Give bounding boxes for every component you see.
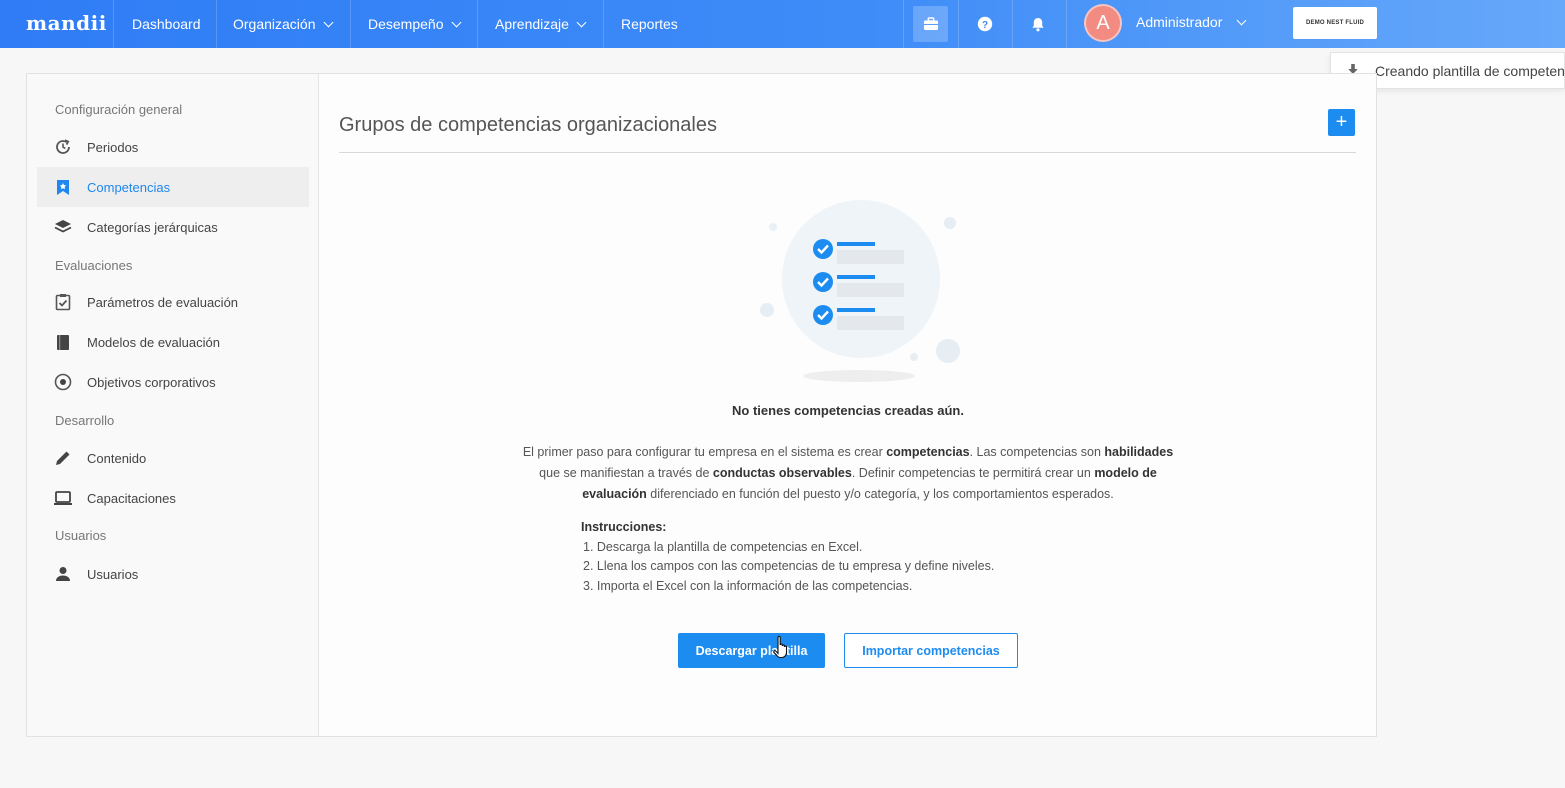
nav-divider (113, 0, 114, 48)
sidebar-item-objetivos[interactable]: Objetivos corporativos (37, 362, 309, 402)
notifications-button[interactable] (1020, 6, 1055, 42)
desc-text: que se manifiestan a través de (539, 466, 713, 480)
sidebar-item-categorias[interactable]: Categorías jerárquicas (37, 207, 309, 247)
check-icon (813, 272, 833, 292)
layers-icon (53, 217, 73, 237)
instructions: Instrucciones: 1. Descarga la plantilla … (581, 518, 994, 596)
briefcase-icon (923, 17, 938, 30)
empty-state-description: El primer paso para configurar tu empres… (520, 442, 1176, 505)
help-button[interactable]: ? (967, 6, 1002, 42)
page-title: Grupos de competencias organizacionales (339, 114, 717, 136)
briefcase-button[interactable] (913, 6, 948, 42)
sidebar-item-parametros[interactable]: Parámetros de evaluación (37, 282, 309, 322)
sidebar-item-label: Contenido (87, 450, 147, 466)
nav-divider (603, 0, 604, 48)
sidebar: Configuración general Periodos Competenc… (27, 74, 319, 736)
sidebar-section-desarrollo: Desarrollo (55, 413, 115, 428)
sidebar-item-usuarios[interactable]: Usuarios (37, 554, 309, 594)
import-competencies-button[interactable]: Importar competencias (844, 633, 1018, 668)
pencil-icon (53, 448, 73, 468)
nav-aprendizaje[interactable]: Aprendizaje (495, 0, 587, 48)
sidebar-item-label: Capacitaciones (87, 490, 176, 506)
bookmark-star-icon (53, 177, 73, 197)
user-name: Administrador (1136, 14, 1223, 30)
toast-text: Creando plantilla de competencias (1375, 62, 1565, 79)
nav-divider (477, 0, 478, 48)
empty-state-illustration (760, 200, 960, 382)
check-icon (813, 239, 833, 259)
nav-divider (903, 0, 904, 48)
nav-divider (1012, 0, 1013, 48)
sidebar-item-label: Usuarios (87, 566, 139, 582)
nav-divider (350, 0, 351, 48)
sidebar-item-modelos[interactable]: Modelos de evaluación (37, 322, 309, 362)
nav-aprendizaje-label: Aprendizaje (495, 16, 569, 32)
avatar[interactable]: A (1084, 4, 1122, 42)
chevron-down-icon (451, 17, 461, 28)
sidebar-item-periodos[interactable]: Periodos (37, 127, 309, 167)
chevron-down-icon (1236, 15, 1247, 26)
desc-text: . Las competencias son (969, 445, 1105, 459)
check-icon (813, 305, 833, 325)
instruction-step: 3. Importa el Excel con la información d… (583, 578, 913, 593)
bell-icon (1031, 17, 1044, 31)
nav-dashboard-label: Dashboard (132, 16, 201, 32)
desc-text: El primer paso para configurar tu empres… (522, 445, 887, 459)
chevron-down-icon (323, 17, 333, 28)
hand-cursor-icon (773, 635, 788, 659)
nav-dashboard[interactable]: Dashboard (132, 0, 201, 48)
desc-bold: habilidades (1104, 445, 1174, 459)
sidebar-section-usuarios: Usuarios (55, 528, 107, 543)
history-icon (53, 137, 73, 157)
sidebar-item-label: Modelos de evaluación (87, 334, 220, 350)
sidebar-item-label: Periodos (87, 139, 139, 155)
nav-divider (1066, 0, 1067, 48)
clipboard-check-icon (53, 292, 73, 312)
nav-divider (958, 0, 959, 48)
nav-reportes[interactable]: Reportes (621, 0, 678, 48)
top-navbar: mandii Dashboard Organización Desempeño … (0, 0, 1565, 48)
company-logo: DEMO NEST FLUID (1293, 7, 1377, 39)
svg-text:?: ? (981, 20, 987, 31)
nav-desempeno-label: Desempeño (368, 16, 444, 32)
download-template-button[interactable]: Descargar plantilla (678, 633, 825, 668)
nav-divider (216, 0, 217, 48)
book-icon (53, 332, 73, 352)
instruction-step: 2. Llena los campos con las competencias… (583, 559, 995, 573)
instructions-heading: Instrucciones: (581, 520, 667, 534)
chevron-down-icon (576, 17, 587, 28)
nav-organizacion[interactable]: Organización (233, 0, 333, 48)
main-content: Grupos de competencias organizacionales … (320, 74, 1376, 736)
main-card: Configuración general Periodos Competenc… (26, 73, 1377, 737)
user-menu[interactable]: Administrador (1136, 0, 1247, 45)
user-icon (53, 564, 73, 584)
sidebar-item-label: Objetivos corporativos (87, 374, 216, 390)
sidebar-section-config: Configuración general (55, 102, 183, 117)
sidebar-item-label: Competencias (87, 179, 171, 195)
add-group-button[interactable]: + (1328, 109, 1355, 136)
nav-reportes-label: Reportes (621, 16, 678, 32)
target-icon (53, 372, 73, 392)
title-divider (339, 152, 1356, 153)
desc-text: diferenciado en función del puesto y/o c… (646, 487, 1114, 501)
desc-bold: conductas observables (712, 466, 852, 480)
nav-organizacion-label: Organización (233, 16, 316, 32)
sidebar-section-evaluaciones: Evaluaciones (55, 258, 133, 273)
laptop-icon (53, 488, 73, 508)
desc-bold: competencias (886, 445, 970, 459)
help-icon: ? (977, 16, 992, 32)
logo[interactable]: mandii (26, 11, 107, 35)
sidebar-item-label: Categorías jerárquicas (87, 219, 218, 235)
desc-text: . Definir competencias te permitirá crea… (851, 466, 1095, 480)
sidebar-item-label: Parámetros de evaluación (87, 294, 239, 310)
sidebar-item-competencias[interactable]: Competencias (37, 167, 309, 207)
instruction-step: 1. Descarga la plantilla de competencias… (583, 539, 863, 554)
sidebar-item-contenido[interactable]: Contenido (37, 438, 309, 478)
sidebar-item-capacitaciones[interactable]: Capacitaciones (37, 478, 309, 518)
empty-state-title: No tienes competencias creadas aún. (732, 403, 964, 418)
nav-desempeno[interactable]: Desempeño (368, 0, 461, 48)
